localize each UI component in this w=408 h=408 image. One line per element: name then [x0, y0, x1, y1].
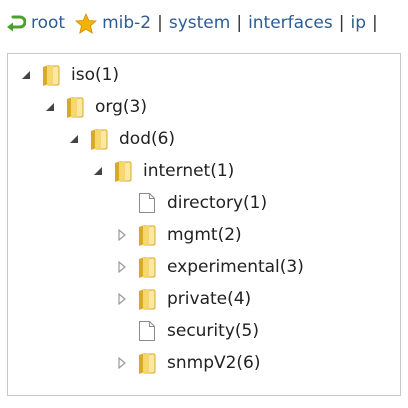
- toggle-spacer: [114, 323, 130, 339]
- breadcrumb-interfaces-link[interactable]: interfaces: [248, 13, 333, 33]
- tree-node-label[interactable]: directory(1): [167, 193, 267, 213]
- folder-icon: [64, 95, 86, 119]
- folder-icon: [136, 287, 158, 311]
- breadcrumb-mib2[interactable]: mib-2: [65, 12, 151, 34]
- tree-node[interactable]: org(3): [42, 91, 147, 123]
- folder-icon: [112, 159, 134, 183]
- folder-icon: [136, 351, 158, 375]
- tree-node[interactable]: private(4): [114, 283, 251, 315]
- breadcrumb-separator: |: [338, 13, 345, 33]
- breadcrumb-separator: |: [157, 13, 163, 33]
- tree-node-label[interactable]: experimental(3): [167, 257, 304, 277]
- folder-icon: [40, 63, 62, 87]
- mib-tree: iso(1) org(3) dod(6) internet(1) directory(1…: [8, 54, 400, 395]
- breadcrumb-separator: |: [236, 13, 243, 33]
- tree-node[interactable]: dod(6): [66, 123, 175, 155]
- tree-node[interactable]: directory(1): [114, 187, 267, 219]
- breadcrumb: root mib-2 | system | interfaces | ip |: [6, 9, 384, 37]
- folder-icon: [136, 255, 158, 279]
- tree-node-label[interactable]: dod(6): [119, 129, 175, 149]
- breadcrumb-mib2-link[interactable]: mib-2: [102, 13, 151, 33]
- star-icon[interactable]: [75, 12, 98, 34]
- tree-node[interactable]: iso(1): [18, 59, 119, 91]
- breadcrumb-root-link[interactable]: root: [31, 13, 65, 33]
- collapsed-toggle-icon[interactable]: [114, 259, 130, 275]
- tree-node[interactable]: internet(1): [90, 155, 234, 187]
- collapsed-toggle-icon[interactable]: [114, 355, 130, 371]
- expanded-toggle-icon[interactable]: [42, 99, 58, 115]
- folder-icon: [136, 223, 158, 247]
- tree-node-label[interactable]: snmpV2(6): [167, 353, 261, 373]
- tree-node[interactable]: security(5): [114, 315, 259, 347]
- expanded-toggle-icon[interactable]: [66, 131, 82, 147]
- breadcrumb-ip-link[interactable]: ip: [350, 13, 366, 33]
- document-icon: [136, 319, 158, 343]
- document-icon: [136, 191, 158, 215]
- tree-node-label[interactable]: mgmt(2): [167, 225, 242, 245]
- collapsed-toggle-icon[interactable]: [114, 291, 130, 307]
- tree-node[interactable]: snmpV2(6): [114, 347, 261, 379]
- tree-node-label[interactable]: internet(1): [143, 161, 234, 181]
- expanded-toggle-icon[interactable]: [90, 163, 106, 179]
- tree-node-label[interactable]: private(4): [167, 289, 251, 309]
- tree-node[interactable]: experimental(3): [114, 251, 304, 283]
- breadcrumb-root[interactable]: root: [6, 13, 65, 33]
- tree-node-label[interactable]: org(3): [95, 97, 147, 117]
- expanded-toggle-icon[interactable]: [18, 67, 34, 83]
- breadcrumb-separator: |: [372, 13, 378, 33]
- breadcrumb-system-link[interactable]: system: [169, 13, 230, 33]
- toggle-spacer: [114, 195, 130, 211]
- collapsed-toggle-icon[interactable]: [114, 227, 130, 243]
- tree-node[interactable]: mgmt(2): [114, 219, 242, 251]
- mib-tree-panel: iso(1) org(3) dod(6) internet(1) directory(1…: [7, 53, 401, 396]
- folder-icon: [88, 127, 110, 151]
- tree-node-label[interactable]: security(5): [167, 321, 259, 341]
- return-arrow-icon[interactable]: [6, 14, 26, 32]
- tree-node-label[interactable]: iso(1): [71, 65, 119, 85]
